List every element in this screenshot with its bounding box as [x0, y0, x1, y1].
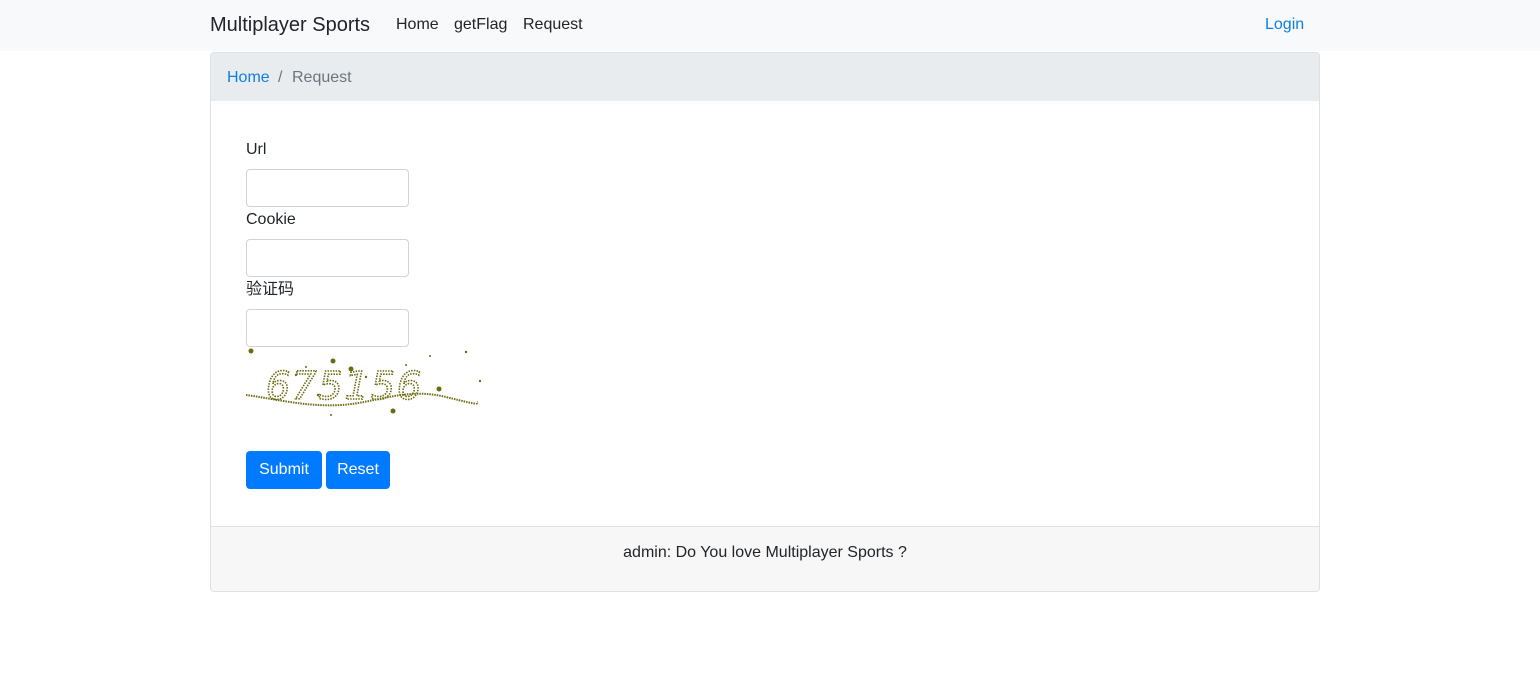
reset-button[interactable]: Reset — [326, 451, 390, 489]
nav-link-home[interactable]: Home — [396, 16, 439, 34]
nav-link-getflag[interactable]: getFlag — [454, 16, 507, 34]
login-link[interactable]: Login — [1265, 16, 1304, 34]
footer-message: admin: Do You love Multiplayer Sports ? — [623, 544, 907, 561]
breadcrumb: Home / Request — [211, 53, 1319, 101]
url-label: Url — [246, 141, 267, 158]
request-card: Home / Request Url Cookie 验证码 675156 Sub… — [210, 52, 1320, 592]
submit-button[interactable]: Submit — [246, 451, 322, 489]
cookie-label: Cookie — [246, 211, 296, 228]
captcha-label: 验证码 — [246, 281, 295, 298]
url-input[interactable] — [246, 169, 409, 207]
top-navbar: Multiplayer Sports Home getFlag Request … — [0, 0, 1540, 51]
brand-link[interactable]: Multiplayer Sports — [210, 13, 370, 37]
breadcrumb-current: Request — [292, 69, 352, 86]
captcha-text: 675156 — [266, 364, 423, 408]
captcha-image[interactable]: 675156 — [246, 347, 482, 417]
breadcrumb-separator: / — [278, 69, 283, 86]
card-footer: admin: Do You love Multiplayer Sports ? — [211, 526, 1319, 591]
nav-link-request[interactable]: Request — [523, 16, 583, 34]
breadcrumb-home-link[interactable]: Home — [227, 69, 270, 87]
captcha-input[interactable] — [246, 309, 409, 347]
cookie-input[interactable] — [246, 239, 409, 277]
